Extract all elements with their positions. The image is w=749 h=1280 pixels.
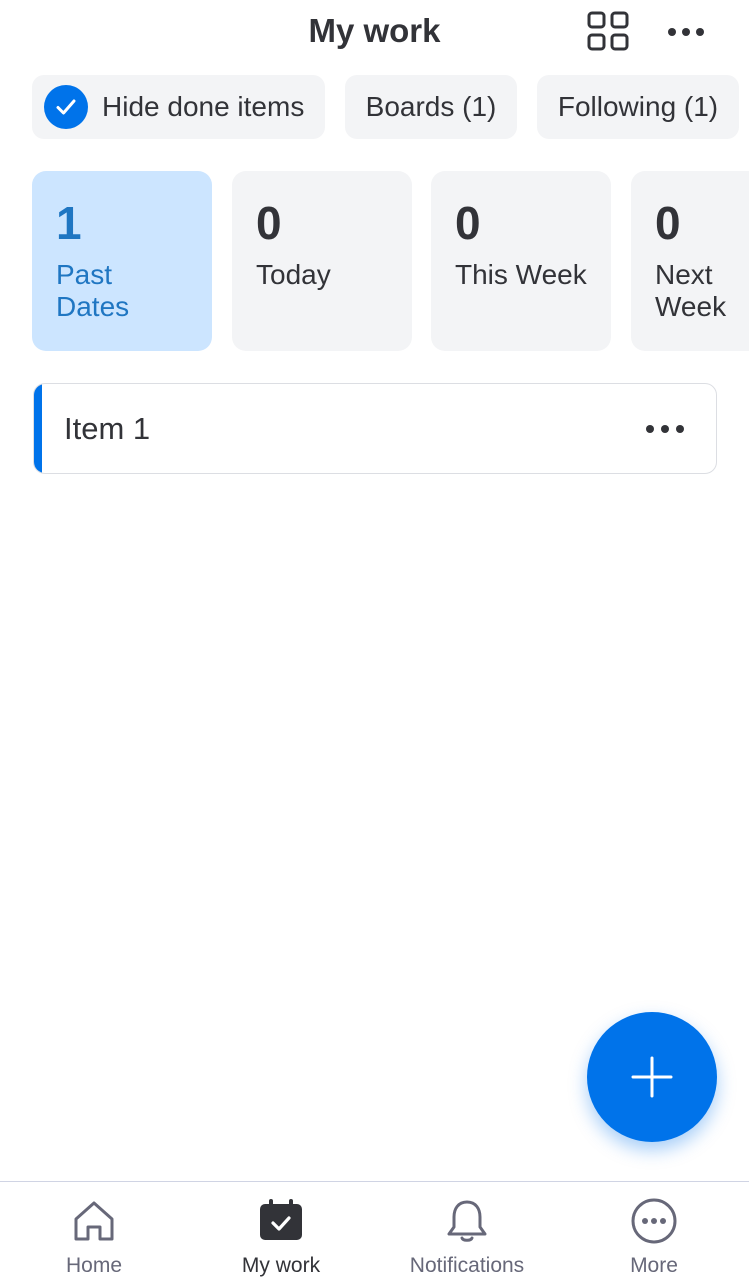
date-card-count: 0 — [256, 197, 282, 249]
nav-notifications-label: Notifications — [409, 1254, 525, 1277]
grid-view-icon[interactable] — [587, 11, 629, 51]
item-more-icon[interactable] — [644, 417, 686, 441]
bottom-navigation: Home My work Notifications More — [0, 1181, 749, 1280]
more-circle-icon — [631, 1198, 677, 1244]
date-card-count: 1 — [56, 197, 82, 249]
more-horizontal-icon[interactable] — [666, 20, 706, 44]
page-title: My work — [308, 12, 441, 49]
following-filter-chip[interactable]: Following (1) — [537, 75, 739, 139]
date-cards: 1 Past Dates 0 Today 0 This Week 0 Next … — [0, 171, 749, 351]
date-card-past-dates[interactable]: 1 Past Dates — [32, 171, 212, 351]
nav-my-work-label: My work — [241, 1254, 321, 1277]
date-card-this-week[interactable]: 0 This Week — [431, 171, 611, 351]
hide-done-items-label: Hide done items — [102, 91, 305, 122]
add-item-button[interactable] — [587, 1012, 717, 1142]
nav-home-label: Home — [65, 1254, 123, 1277]
item-name: Item 1 — [64, 411, 151, 446]
date-card-next-week[interactable]: 0 Next Week — [631, 171, 749, 351]
hide-done-items-toggle[interactable]: Hide done items — [32, 75, 325, 139]
home-icon — [74, 1201, 114, 1241]
date-card-label: Today — [256, 259, 331, 290]
plus-icon — [631, 1056, 673, 1098]
item-color-bar — [34, 384, 42, 473]
nav-more[interactable]: More — [594, 1182, 714, 1280]
filter-chips: Hide done items Boards (1) Following (1) — [0, 75, 749, 139]
date-card-count: 0 — [655, 197, 681, 249]
item-row[interactable]: Item 1 — [33, 383, 717, 474]
header: My work — [0, 0, 749, 64]
date-card-label: Past Dates — [56, 259, 130, 322]
bell-icon — [447, 1200, 487, 1242]
date-card-label: Next Week — [655, 259, 727, 322]
checkmark-icon — [44, 85, 88, 129]
date-card-count: 0 — [455, 197, 481, 249]
boards-filter-label: Boards (1) — [365, 91, 497, 122]
date-card-label: This Week — [455, 259, 587, 290]
my-work-screen: My work Hide done items Boards (1) Follo… — [0, 0, 749, 1280]
nav-home[interactable]: Home — [34, 1182, 154, 1280]
date-card-today[interactable]: 0 Today — [232, 171, 412, 351]
boards-filter-chip[interactable]: Boards (1) — [345, 75, 517, 139]
nav-notifications[interactable]: Notifications — [392, 1182, 542, 1280]
nav-my-work[interactable]: My work — [221, 1182, 341, 1280]
nav-more-label: More — [630, 1254, 678, 1277]
following-filter-label: Following (1) — [557, 91, 719, 122]
calendar-check-icon — [260, 1199, 302, 1240]
